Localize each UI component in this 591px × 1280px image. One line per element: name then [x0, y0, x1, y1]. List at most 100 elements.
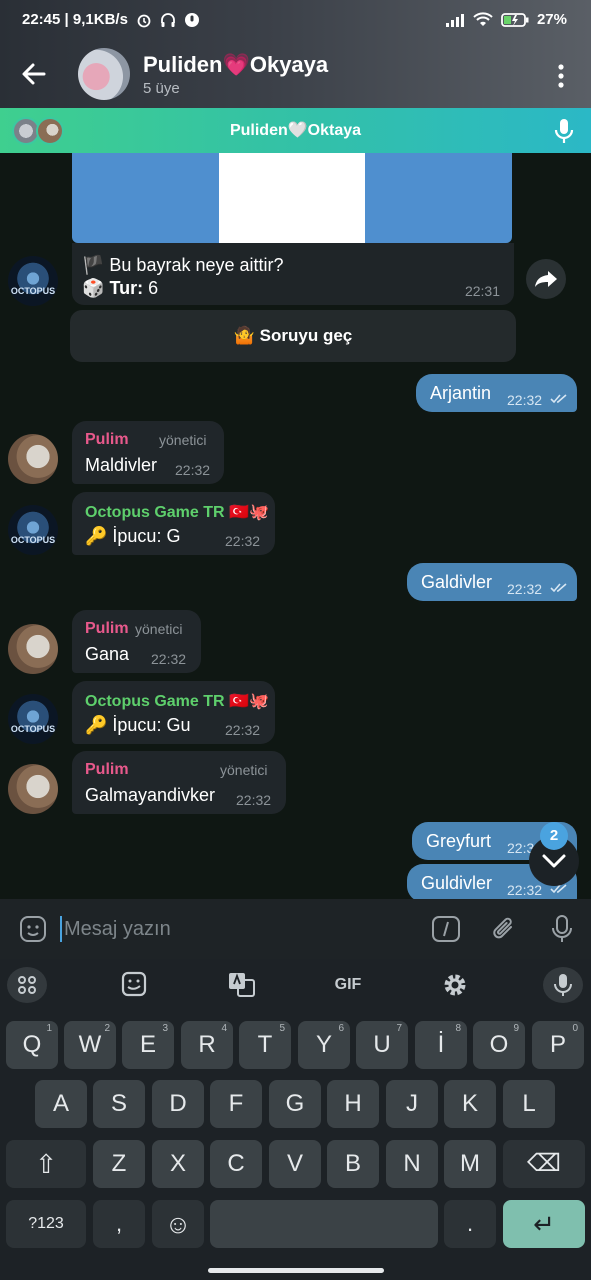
- avatar[interactable]: OCTOPUS: [8, 256, 58, 306]
- key[interactable]: K: [444, 1080, 496, 1128]
- key-hint: 3: [162, 1023, 168, 1034]
- key[interactable]: E3: [122, 1021, 174, 1069]
- enter-key[interactable]: ↵: [503, 1200, 585, 1248]
- space-key[interactable]: [210, 1200, 438, 1248]
- back-arrow-icon[interactable]: [18, 58, 50, 90]
- key[interactable]: B: [327, 1140, 379, 1188]
- key[interactable]: Z: [93, 1140, 145, 1188]
- translate-icon[interactable]: [221, 967, 261, 1003]
- key[interactable]: S: [93, 1080, 145, 1128]
- avatar[interactable]: [8, 434, 58, 484]
- message-text: Galmayandivker: [85, 785, 216, 805]
- key[interactable]: L: [503, 1080, 555, 1128]
- flag-white-stripe: [219, 153, 365, 243]
- voice-chat-bar[interactable]: Puliden🤍Oktaya: [0, 108, 591, 153]
- settings-gear-icon[interactable]: [435, 967, 475, 1003]
- key[interactable]: U7: [356, 1021, 408, 1069]
- numbers-key[interactable]: ?123: [6, 1200, 86, 1248]
- key[interactable]: W2: [64, 1021, 116, 1069]
- gif-button[interactable]: GIF: [328, 967, 368, 1003]
- outgoing-message[interactable]: Galdivler 22:32: [407, 563, 577, 601]
- sender-name[interactable]: Pulim: [85, 431, 129, 449]
- key[interactable]: R4: [181, 1021, 233, 1069]
- voice-input-icon[interactable]: [543, 967, 583, 1003]
- key-hint: 0: [572, 1023, 578, 1034]
- key-label: E: [139, 1031, 156, 1058]
- key-hint: 1: [46, 1023, 52, 1034]
- admin-badge: yönetici: [135, 621, 183, 637]
- status-right: 27%: [445, 11, 567, 28]
- key[interactable]: V: [269, 1140, 321, 1188]
- quiz-message-bubble[interactable]: 🏴 Bu bayrak neye aittir? 🎲 Tur: 6 22:31: [72, 243, 514, 305]
- key[interactable]: H: [327, 1080, 379, 1128]
- octopus-avatar-text: OCTOPUS: [10, 724, 56, 734]
- key[interactable]: Y6: [298, 1021, 350, 1069]
- message-input-bar: Mesaj yazın: [0, 899, 591, 959]
- sender-name[interactable]: Pulim: [85, 761, 129, 779]
- message-text: Maldivler: [85, 455, 158, 475]
- message-text: 🔑 İpucu: Gu: [85, 715, 191, 735]
- key[interactable]: X: [152, 1140, 204, 1188]
- attach-icon[interactable]: [489, 914, 519, 944]
- key[interactable]: İ8: [415, 1021, 467, 1069]
- round-value: 6: [148, 278, 159, 298]
- key[interactable]: O9: [473, 1021, 525, 1069]
- message-text: 🔑 İpucu: G: [85, 526, 181, 546]
- battery-icon: [501, 12, 529, 27]
- avatar[interactable]: [8, 764, 58, 814]
- period-key[interactable]: .: [444, 1200, 496, 1248]
- key[interactable]: N: [386, 1140, 438, 1188]
- group-avatar[interactable]: [78, 48, 130, 100]
- more-options-icon[interactable]: [549, 62, 573, 90]
- incoming-message[interactable]: Octopus Game TR 🇹🇷🐙 🔑 İpucu: G 22:32: [72, 492, 275, 555]
- skip-question-button[interactable]: 🤷 Soruyu geç: [70, 310, 516, 362]
- wifi-icon: [473, 11, 493, 26]
- incoming-message[interactable]: Pulim yönetici Gana 22:32: [72, 610, 201, 673]
- voice-record-icon[interactable]: [547, 914, 577, 944]
- emoji-key[interactable]: ☺: [152, 1200, 204, 1248]
- message-input[interactable]: Mesaj yazın: [64, 918, 171, 941]
- chat-area[interactable]: OCTOPUS 🏴 Bu bayrak neye aittir? 🎲 Tur: …: [0, 153, 591, 899]
- admin-badge: yönetici: [220, 762, 268, 778]
- home-indicator[interactable]: [208, 1268, 384, 1273]
- key[interactable]: T5: [239, 1021, 291, 1069]
- key[interactable]: J: [386, 1080, 438, 1128]
- comma-key[interactable]: ,: [93, 1200, 145, 1248]
- incoming-message[interactable]: Pulim yönetici Galmayandivker 22:32: [72, 751, 286, 814]
- avatar[interactable]: OCTOPUS: [8, 505, 58, 555]
- key[interactable]: C: [210, 1140, 262, 1188]
- key[interactable]: M: [444, 1140, 496, 1188]
- sender-name[interactable]: Octopus Game TR 🇹🇷🐙: [85, 502, 269, 522]
- group-title[interactable]: Puliden💗Okyaya: [143, 52, 328, 78]
- key[interactable]: G: [269, 1080, 321, 1128]
- incoming-message[interactable]: Octopus Game TR 🇹🇷🐙 🔑 İpucu: Gu 22:32: [72, 681, 275, 744]
- sender-name[interactable]: Pulim: [85, 620, 129, 638]
- key-label: Q: [22, 1031, 42, 1058]
- message-time: 22:32: [225, 722, 261, 738]
- quiz-round: 🎲 Tur: 6: [82, 278, 158, 299]
- message-time: 22:31: [464, 283, 500, 299]
- key[interactable]: Q1: [6, 1021, 58, 1069]
- outgoing-message[interactable]: Arjantin 22:32: [416, 374, 577, 412]
- avatar[interactable]: [8, 624, 58, 674]
- sender-name[interactable]: Octopus Game TR 🇹🇷🐙: [85, 691, 269, 711]
- avatar[interactable]: OCTOPUS: [8, 694, 58, 744]
- bot-command-icon[interactable]: [431, 914, 461, 944]
- key[interactable]: F: [210, 1080, 262, 1128]
- forward-button[interactable]: [526, 259, 566, 299]
- shift-key[interactable]: ⇧: [6, 1140, 86, 1188]
- key[interactable]: A: [35, 1080, 87, 1128]
- key-hint: 7: [396, 1023, 402, 1034]
- flag-image[interactable]: [72, 153, 512, 243]
- sticker-toolbar-icon[interactable]: [114, 967, 154, 1003]
- message-time: 22:32: [507, 581, 543, 597]
- sticker-icon[interactable]: [18, 914, 48, 944]
- message-text: Arjantin: [430, 383, 492, 403]
- key[interactable]: D: [152, 1080, 204, 1128]
- backspace-key[interactable]: ⌫: [503, 1140, 585, 1188]
- microphone-icon[interactable]: [553, 118, 575, 144]
- key-label: İ: [437, 1031, 445, 1058]
- apps-grid-icon[interactable]: [7, 967, 47, 1003]
- incoming-message[interactable]: Pulim yönetici Maldivler 22:32: [72, 421, 224, 484]
- key[interactable]: P0: [532, 1021, 584, 1069]
